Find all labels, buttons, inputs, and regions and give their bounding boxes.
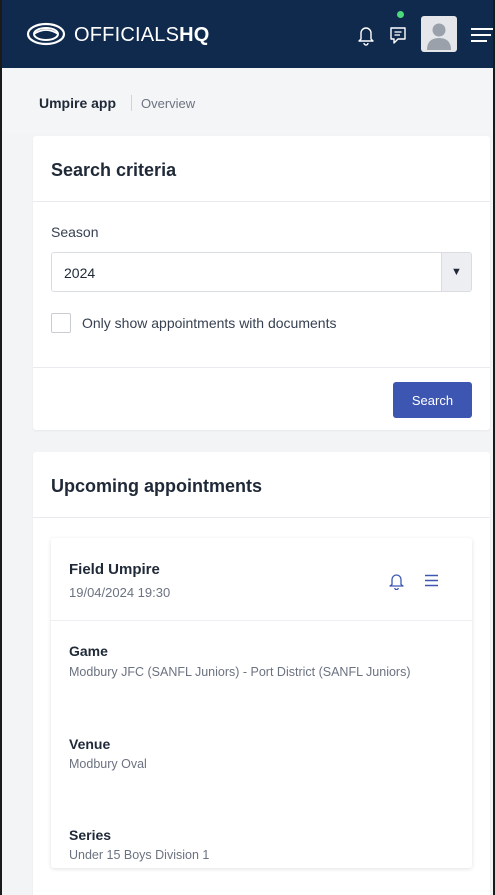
breadcrumb-page: Overview — [141, 96, 196, 111]
game-label: Game — [69, 643, 108, 659]
season-label: Season — [51, 224, 99, 240]
breadcrumb-separator — [131, 95, 132, 111]
logo-icon[interactable] — [26, 22, 66, 46]
brand-prefix: OFFICIALS — [74, 24, 180, 46]
series-value: Under 15 Boys Division 1 — [69, 848, 210, 862]
season-select[interactable]: 2024 ▼ — [51, 252, 472, 292]
caret-down-icon: ▼ — [451, 266, 462, 278]
venue-label: Venue — [69, 736, 111, 752]
search-button[interactable]: Search — [393, 382, 472, 418]
bell-icon[interactable] — [388, 572, 405, 590]
appointment-datetime: 19/04/2024 19:30 — [69, 585, 171, 600]
breadcrumb-app[interactable]: Umpire app — [39, 95, 116, 111]
venue-value: Modbury Oval — [69, 757, 147, 771]
menu-icon[interactable] — [424, 574, 439, 587]
bell-icon[interactable] — [356, 24, 376, 46]
app-frame: OFFICIALSHQ Umpire app Overview Search c… — [0, 0, 495, 895]
appointment-role: Field Umpire — [69, 561, 160, 578]
game-value: Modbury JFC (SANFL Juniors) - Port Distr… — [69, 665, 411, 679]
documents-filter[interactable]: Only show appointments with documents — [51, 313, 336, 333]
menu-icon[interactable] — [469, 26, 495, 44]
card-header: Search criteria — [33, 136, 490, 202]
avatar[interactable] — [421, 16, 457, 52]
chat-icon[interactable] — [388, 24, 408, 46]
card-title: Search criteria — [51, 160, 177, 180]
upcoming-appointments-card: Upcoming appointments Field Umpire 19/04… — [33, 452, 490, 895]
breadcrumb: Umpire app Overview — [2, 68, 493, 134]
appointment-card: Field Umpire 19/04/2024 19:30 Game Modbu… — [51, 538, 472, 868]
appointment-header: Field Umpire 19/04/2024 19:30 — [51, 538, 472, 621]
top-bar: OFFICIALSHQ — [2, 0, 493, 68]
card-footer: Search — [33, 367, 490, 430]
brand-name[interactable]: OFFICIALSHQ — [74, 24, 210, 47]
season-value: 2024 — [64, 265, 96, 281]
documents-checkbox[interactable] — [51, 313, 71, 333]
user-icon — [427, 23, 451, 50]
status-dot — [397, 11, 404, 18]
documents-label[interactable]: Only show appointments with documents — [82, 315, 336, 331]
search-criteria-card: Search criteria Season 2024 ▼ Only show … — [33, 136, 490, 430]
dropdown-button[interactable]: ▼ — [441, 253, 471, 291]
card-title: Upcoming appointments — [51, 476, 262, 496]
brand-suffix: HQ — [179, 24, 210, 46]
card-header: Upcoming appointments — [33, 452, 490, 518]
series-label: Series — [69, 827, 112, 843]
